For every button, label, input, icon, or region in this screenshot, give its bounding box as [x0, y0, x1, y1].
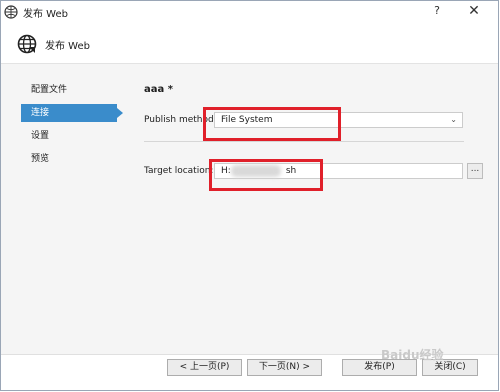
divider	[144, 141, 464, 142]
sidebar-item-connection[interactable]: 连接	[21, 104, 123, 122]
sidebar-item-label: 设置	[31, 131, 50, 141]
publish-web-dialog: 发布 Web ? ✕ 发布 Web 配置文件 连接 设置 预览 aaa * Pu…	[0, 0, 499, 391]
watermark-logo: Baidu经验	[381, 348, 444, 362]
sidebar-item-settings[interactable]: 设置	[21, 127, 117, 145]
sidebar-item-label: 预览	[31, 154, 50, 164]
sidebar-item-label: 连接	[31, 108, 50, 118]
globe-publish-icon	[17, 34, 37, 54]
target-location-label: Target location:	[144, 166, 214, 176]
window-title: 发布 Web	[23, 9, 68, 20]
highlight-box-target-location	[209, 159, 323, 191]
publish-web-icon	[4, 5, 18, 19]
browse-button[interactable]: ...	[467, 163, 483, 179]
active-arrow-icon	[117, 108, 123, 118]
help-button[interactable]: ?	[430, 4, 444, 17]
header-title: 发布 Web	[45, 41, 90, 52]
chevron-down-icon: ⌄	[450, 115, 457, 124]
previous-button[interactable]: < 上一页(P)	[167, 359, 242, 376]
profile-name: aaa *	[144, 84, 173, 95]
next-button[interactable]: 下一页(N) >	[247, 359, 322, 376]
title-bar: 发布 Web ? ✕	[1, 1, 498, 23]
close-window-button[interactable]: ✕	[465, 2, 483, 20]
sidebar-item-label: 配置文件	[31, 85, 68, 95]
highlight-box-publish-method	[203, 107, 341, 141]
dialog-header: 发布 Web	[1, 23, 498, 64]
sidebar-item-preview[interactable]: 预览	[21, 150, 117, 168]
sidebar-item-profile[interactable]: 配置文件	[21, 81, 117, 99]
